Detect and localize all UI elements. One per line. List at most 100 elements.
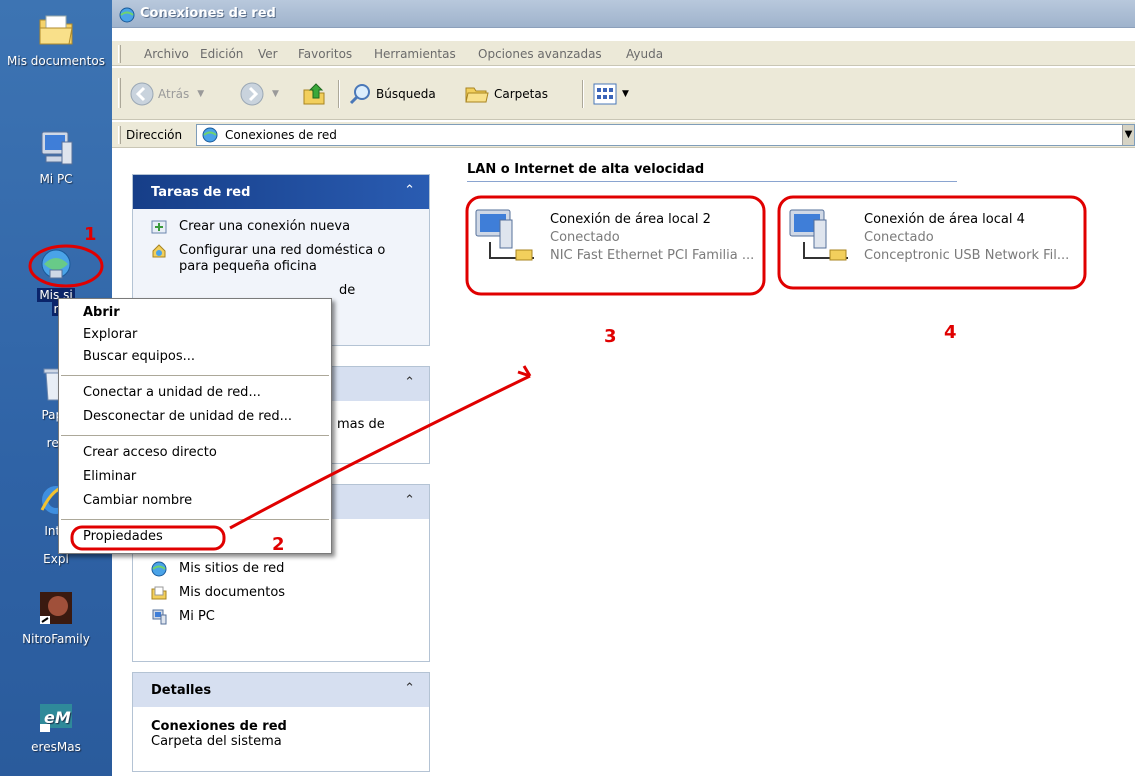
menu-item-conectar-unidad[interactable]: Conectar a unidad de red... bbox=[83, 385, 261, 400]
panel-body: Conexiones de red Carpeta del sistema bbox=[133, 707, 429, 757]
menu-item-eliminar[interactable]: Eliminar bbox=[83, 469, 136, 484]
task-item[interactable]: de bbox=[151, 283, 413, 299]
back-label: Atrás bbox=[158, 87, 190, 101]
views-button[interactable]: ▼ bbox=[592, 82, 629, 106]
up-folder-icon bbox=[303, 83, 325, 105]
chevron-down-icon[interactable]: ▼ bbox=[272, 89, 279, 99]
toolbar-separator bbox=[582, 80, 584, 108]
collapse-chevron-icon[interactable]: ⌃ bbox=[404, 681, 415, 696]
connection-name: Conexión de área local 2 bbox=[550, 212, 711, 227]
task-item[interactable]: Configurar una red doméstica o para pequ… bbox=[151, 243, 413, 275]
connection-device: Conceptronic USB Network Fil... bbox=[864, 248, 1070, 263]
desktop-icon-label: eresMas bbox=[31, 740, 81, 754]
chevron-down-icon[interactable]: ▼ bbox=[197, 89, 204, 99]
menu-item-crear-acceso-directo[interactable]: Crear acceso directo bbox=[83, 445, 217, 460]
title-bar[interactable]: Conexiones de red bbox=[112, 0, 1135, 28]
place-item-label: Mis documentos bbox=[179, 585, 286, 600]
collapse-chevron-icon[interactable]: ⌃ bbox=[404, 183, 415, 198]
task-item-label: de bbox=[339, 283, 356, 298]
menu-ayuda[interactable]: Ayuda bbox=[626, 47, 663, 61]
address-input[interactable]: Conexiones de red ▼ bbox=[196, 124, 1135, 146]
annotation-number: 1 bbox=[84, 224, 97, 245]
desktop-icon-label: Mis documentos bbox=[7, 54, 105, 68]
menu-edicion[interactable]: Edición bbox=[200, 47, 243, 61]
address-grip[interactable] bbox=[118, 126, 121, 144]
collapse-chevron-icon[interactable]: ⌃ bbox=[404, 375, 415, 390]
menu-item-abrir[interactable]: Abrir bbox=[83, 305, 120, 320]
connection-name: Conexión de área local 4 bbox=[864, 212, 1025, 227]
annotation-number: 2 bbox=[272, 534, 285, 555]
connection-status: Conectado bbox=[550, 230, 620, 245]
network-places-icon bbox=[151, 561, 167, 577]
search-label: Búsqueda bbox=[376, 87, 436, 101]
search-icon bbox=[349, 84, 370, 105]
lan-connection-icon bbox=[475, 209, 534, 261]
folders-icon bbox=[465, 87, 489, 103]
menu-archivo[interactable]: Archivo bbox=[144, 47, 189, 61]
desktop-icon-label: Mi PC bbox=[39, 172, 73, 186]
menu-favoritos[interactable]: Favoritos bbox=[298, 47, 352, 61]
panel-header[interactable]: Detalles ⌃ bbox=[133, 673, 429, 707]
task-item-label: Crear una conexión nueva bbox=[179, 219, 351, 234]
new-connection-icon bbox=[151, 220, 167, 234]
task-item[interactable]: Crear una conexión nueva bbox=[151, 219, 413, 235]
home-network-icon bbox=[152, 244, 166, 258]
collapse-chevron-icon[interactable]: ⌃ bbox=[404, 493, 415, 508]
desktop-icon-nitrofamily[interactable]: NitroFamily bbox=[4, 588, 108, 646]
toolbar-grip[interactable] bbox=[118, 78, 121, 108]
desktop-icon-label: NitroFamily bbox=[22, 632, 90, 646]
menu-grip[interactable] bbox=[118, 45, 121, 63]
menu-separator bbox=[61, 519, 329, 520]
menu-opciones-avanzadas[interactable]: Opciones avanzadas bbox=[478, 47, 602, 61]
annotation-number: 3 bbox=[604, 326, 617, 347]
address-dropdown[interactable]: ▼ bbox=[1122, 125, 1134, 145]
back-arrow-icon bbox=[130, 82, 154, 106]
my-computer-icon bbox=[41, 131, 73, 165]
standard-toolbar: Atrás ▼ ▼ Búsqueda Carpetas ▼ bbox=[112, 68, 1135, 120]
place-item[interactable]: Mi PC bbox=[151, 609, 413, 625]
menu-item-propiedades[interactable]: Propiedades bbox=[83, 529, 163, 544]
menu-ver[interactable]: Ver bbox=[258, 47, 278, 61]
place-item[interactable]: Mis documentos bbox=[151, 585, 413, 601]
panel-title: Detalles bbox=[151, 683, 212, 698]
menu-item-desconectar-unidad[interactable]: Desconectar de unidad de red... bbox=[83, 409, 292, 424]
chevron-down-icon[interactable]: ▼ bbox=[622, 89, 629, 99]
views-icon bbox=[593, 83, 617, 105]
group-divider bbox=[467, 181, 957, 182]
menu-separator bbox=[61, 375, 329, 376]
toolbar-separator bbox=[338, 80, 340, 108]
desktop-icon-eresmas[interactable]: eM eresMas bbox=[4, 696, 108, 754]
menu-item-buscar-equipos[interactable]: Buscar equipos... bbox=[83, 349, 195, 364]
nitrofamily-icon bbox=[40, 592, 72, 624]
my-computer-icon bbox=[152, 609, 167, 625]
window-title: Conexiones de red bbox=[140, 6, 276, 21]
folders-button[interactable]: Carpetas bbox=[464, 82, 548, 106]
network-connections-icon bbox=[202, 127, 218, 143]
forward-button[interactable]: ▼ bbox=[240, 82, 279, 106]
desktop-icon-my-computer[interactable]: Mi PC bbox=[4, 128, 108, 186]
search-button[interactable]: Búsqueda bbox=[348, 82, 436, 106]
panel-header[interactable]: Tareas de red ⌃ bbox=[133, 175, 429, 209]
address-bar: Dirección Conexiones de red ▼ bbox=[112, 122, 1135, 148]
back-button[interactable]: Atrás ▼ bbox=[130, 82, 204, 106]
panel-title: Tareas de red bbox=[151, 185, 251, 200]
forward-arrow-icon bbox=[240, 82, 264, 106]
panel-partial-text[interactable]: mas de bbox=[337, 417, 385, 432]
network-places-icon bbox=[41, 249, 71, 279]
place-item[interactable]: Mis sitios de red bbox=[151, 561, 413, 577]
address-label: Dirección bbox=[126, 128, 183, 142]
up-folder-button[interactable] bbox=[302, 82, 328, 106]
connection-item[interactable]: Conexión de área local 2 Conectado NIC F… bbox=[468, 202, 768, 264]
my-documents-icon bbox=[151, 586, 167, 600]
details-desc: Carpeta del sistema bbox=[151, 734, 282, 749]
my-documents-icon bbox=[39, 15, 73, 45]
details-panel: Detalles ⌃ Conexiones de red Carpeta del… bbox=[132, 672, 430, 772]
place-item-label: Mi PC bbox=[179, 609, 215, 624]
menu-item-explorar[interactable]: Explorar bbox=[83, 327, 137, 342]
connection-item[interactable]: Conexión de área local 4 Conectado Conce… bbox=[782, 202, 1082, 264]
annotation-number: 4 bbox=[944, 322, 957, 343]
menu-item-cambiar-nombre[interactable]: Cambiar nombre bbox=[83, 493, 192, 508]
menu-herramientas[interactable]: Herramientas bbox=[374, 47, 456, 61]
desktop-icon-my-documents[interactable]: Mis documentos bbox=[4, 10, 108, 68]
task-item-label: Configurar una red doméstica o para pequ… bbox=[179, 243, 386, 274]
